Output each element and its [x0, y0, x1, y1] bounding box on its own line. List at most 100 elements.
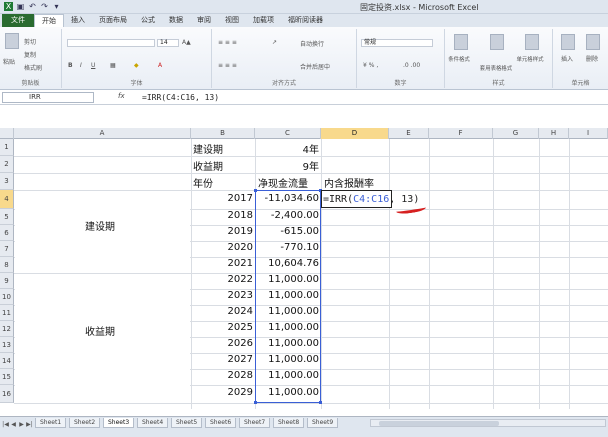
cell-c15[interactable]: 11,000.00 [256, 370, 319, 381]
cell-c16[interactable]: 11,000.00 [256, 387, 319, 398]
range-handle[interactable] [254, 401, 257, 404]
paste-icon[interactable] [5, 33, 19, 49]
paste-button[interactable]: 粘贴 [3, 57, 15, 66]
cut-button[interactable]: 剪切 [24, 37, 36, 46]
tab-addins[interactable]: 加载项 [246, 14, 281, 27]
sheet-tab-2[interactable]: Sheet2 [69, 418, 101, 428]
sheet-tab-3[interactable]: Sheet3 [103, 418, 135, 428]
merged-cell-a9[interactable] [15, 274, 190, 402]
align-left-icon[interactable]: ≡ ≡ ≡ [218, 62, 237, 69]
cell-c14[interactable]: 11,000.00 [256, 354, 319, 365]
font-name-select[interactable] [67, 39, 155, 47]
cell-c9[interactable]: 11,000.00 [256, 274, 319, 285]
cell-c1[interactable]: 4年 [257, 141, 319, 156]
row-header-3[interactable]: 3 [0, 173, 14, 190]
tab-page-layout[interactable]: 页面布局 [92, 14, 134, 27]
cell-b9[interactable]: 2022 [193, 274, 253, 285]
column-header-d[interactable]: D [321, 128, 389, 139]
sheet-tab-6[interactable]: Sheet6 [205, 418, 237, 428]
cell-styles-button[interactable]: 单元格样式 [517, 54, 544, 62]
wrap-text-button[interactable]: 自动换行 [300, 39, 324, 48]
range-handle[interactable] [254, 189, 257, 192]
column-header-c[interactable]: C [255, 128, 321, 139]
insert-cells-button[interactable]: 插入 [561, 54, 573, 63]
scrollbar-thumb[interactable] [379, 421, 499, 426]
conditional-format-icon[interactable] [454, 34, 468, 50]
first-sheet-icon[interactable]: |◀ [2, 421, 9, 429]
tab-formulas[interactable]: 公式 [134, 14, 162, 27]
row-header-4[interactable]: 4 [0, 190, 14, 209]
row-header-6[interactable]: 6 [0, 225, 14, 241]
select-all-corner[interactable] [0, 128, 14, 139]
bold-icon[interactable]: B [68, 62, 73, 69]
cell-c6[interactable]: -615.00 [256, 226, 319, 237]
underline-icon[interactable]: U [91, 62, 95, 69]
copy-button[interactable]: 复制 [24, 50, 36, 59]
delete-cells-button[interactable]: 删除 [586, 54, 598, 63]
cell-b16[interactable]: 2029 [193, 387, 253, 398]
last-sheet-icon[interactable]: ▶| [26, 421, 33, 429]
sheet-tab-7[interactable]: Sheet7 [239, 418, 271, 428]
cell-b6[interactable]: 2019 [193, 226, 253, 237]
row-header-2[interactable]: 2 [0, 156, 14, 173]
table-format-icon[interactable] [490, 34, 504, 50]
cell-b7[interactable]: 2020 [193, 242, 253, 253]
tab-home[interactable]: 开始 [34, 14, 64, 27]
cell-c11[interactable]: 11,000.00 [256, 306, 319, 317]
redo-icon[interactable]: ↷ [40, 2, 49, 11]
row-header-15[interactable]: 15 [0, 369, 14, 385]
cell-c2[interactable]: 9年 [257, 158, 319, 173]
cell-b1[interactable]: 建设期 [193, 141, 223, 156]
row-header-5[interactable]: 5 [0, 209, 14, 225]
merge-center-button[interactable]: 合并后居中 [300, 62, 330, 71]
cell-d4-editor[interactable]: =IRR(C4:C16, 13) [323, 194, 419, 205]
cell-d3[interactable]: 内含报酬率 [324, 175, 374, 190]
cell-styles-icon[interactable] [525, 34, 539, 50]
cell-c13[interactable]: 11,000.00 [256, 338, 319, 349]
italic-icon[interactable]: I [80, 62, 82, 69]
cell-b15[interactable]: 2028 [193, 370, 253, 381]
cell-c10[interactable]: 11,000.00 [256, 290, 319, 301]
cell-c12[interactable]: 11,000.00 [256, 322, 319, 333]
formula-input[interactable]: =IRR(C4:C16, 13) [142, 92, 219, 103]
cell-b10[interactable]: 2023 [193, 290, 253, 301]
table-format-button[interactable]: 套用表格格式 [480, 63, 512, 71]
range-handle[interactable] [319, 401, 322, 404]
font-size-select[interactable]: 14 [157, 39, 179, 47]
grow-font-icon[interactable]: A▲ [182, 39, 191, 46]
fx-icon[interactable]: fx [118, 92, 125, 100]
horizontal-scrollbar[interactable] [370, 419, 606, 427]
tab-data[interactable]: 数据 [162, 14, 190, 27]
conditional-format-button[interactable]: 条件格式 [448, 54, 470, 62]
align-top-icon[interactable]: ≡ ≡ ≡ [218, 39, 237, 46]
cell-b12[interactable]: 2025 [193, 322, 253, 333]
name-box[interactable]: IRR [2, 92, 94, 103]
cell-b3[interactable]: 年份 [193, 175, 213, 190]
column-header-e[interactable]: E [389, 128, 429, 139]
tab-review[interactable]: 审阅 [190, 14, 218, 27]
cell-b5[interactable]: 2018 [193, 210, 253, 221]
row-header-9[interactable]: 9 [0, 273, 14, 289]
sheet-tab-9[interactable]: Sheet9 [307, 418, 339, 428]
tab-insert[interactable]: 插入 [64, 14, 92, 27]
currency-icon[interactable]: ¥ % , [363, 62, 378, 69]
delete-cells-icon[interactable] [586, 34, 600, 50]
save-icon[interactable]: ▣ [16, 2, 25, 11]
fill-color-icon[interactable]: ◆ [134, 62, 139, 69]
next-sheet-icon[interactable]: ▶ [18, 421, 25, 429]
sheet-tab-8[interactable]: Sheet8 [273, 418, 305, 428]
row-header-16[interactable]: 16 [0, 385, 14, 403]
cell-b4[interactable]: 2017 [193, 193, 253, 204]
font-color-icon[interactable]: A [158, 62, 162, 69]
number-format-select[interactable]: 常规 [361, 39, 433, 47]
row-header-8[interactable]: 8 [0, 257, 14, 273]
cell-b13[interactable]: 2026 [193, 338, 253, 349]
border-icon[interactable]: ▦ [110, 62, 116, 69]
column-header-h[interactable]: H [539, 128, 569, 139]
cell-c3[interactable]: 净现金流量 [258, 175, 308, 190]
tab-foxit-reader[interactable]: 福昕阅读器 [281, 14, 330, 27]
tab-view[interactable]: 视图 [218, 14, 246, 27]
tab-file[interactable]: 文件 [2, 14, 34, 27]
row-header-1[interactable]: 1 [0, 139, 14, 156]
column-header-f[interactable]: F [429, 128, 493, 139]
